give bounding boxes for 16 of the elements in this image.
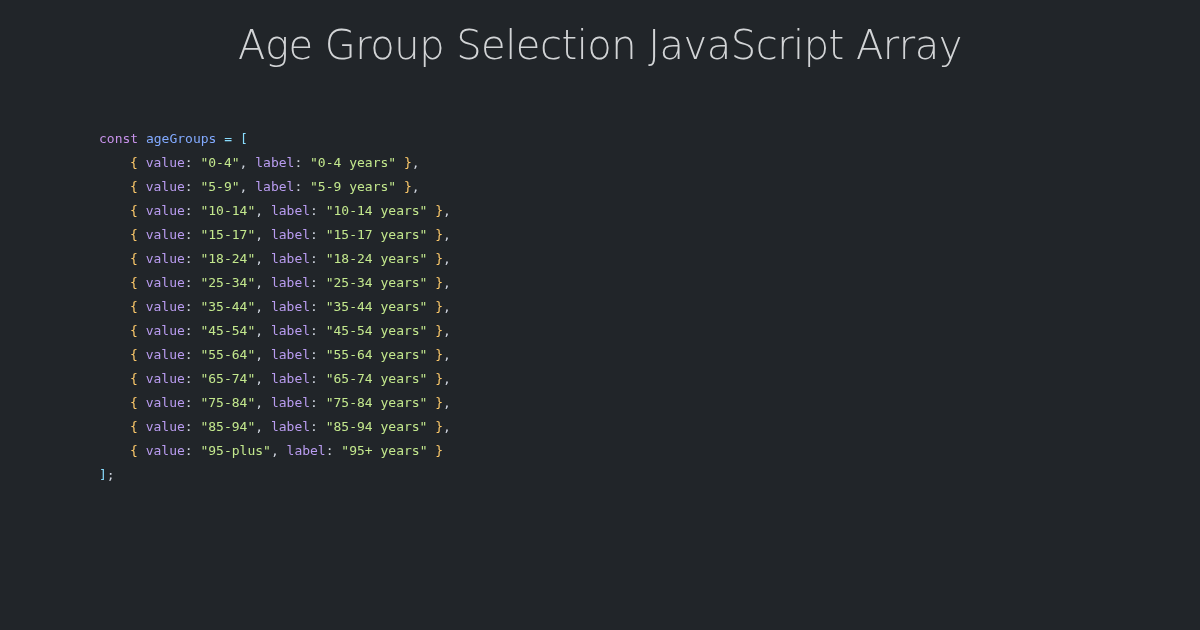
code-line: ]; <box>99 466 115 484</box>
code-line: { value: "18-24", label: "18-24 years" }, <box>130 250 451 268</box>
code-line: { value: "5-9", label: "5-9 years" }, <box>130 178 420 196</box>
code-line: { value: "45-54", label: "45-54 years" }, <box>130 322 451 340</box>
code-line: { value: "65-74", label: "65-74 years" }, <box>130 370 451 388</box>
code-line: { value: "0-4", label: "0-4 years" }, <box>130 154 420 172</box>
page-title: Age Group Selection JavaScript Array <box>237 21 963 68</box>
code-line: const ageGroups = [ <box>99 130 248 148</box>
code-line: { value: "85-94", label: "85-94 years" }, <box>130 418 451 436</box>
code-line: { value: "25-34", label: "25-34 years" }, <box>130 274 451 292</box>
code-line: { value: "15-17", label: "15-17 years" }, <box>130 226 451 244</box>
code-line: { value: "35-44", label: "35-44 years" }, <box>130 298 451 316</box>
code-line: { value: "10-14", label: "10-14 years" }, <box>130 202 451 220</box>
code-line: { value: "95-plus", label: "95+ years" } <box>130 442 444 460</box>
code-line: { value: "55-64", label: "55-64 years" }, <box>130 346 451 364</box>
code-line: { value: "75-84", label: "75-84 years" }, <box>130 394 451 412</box>
